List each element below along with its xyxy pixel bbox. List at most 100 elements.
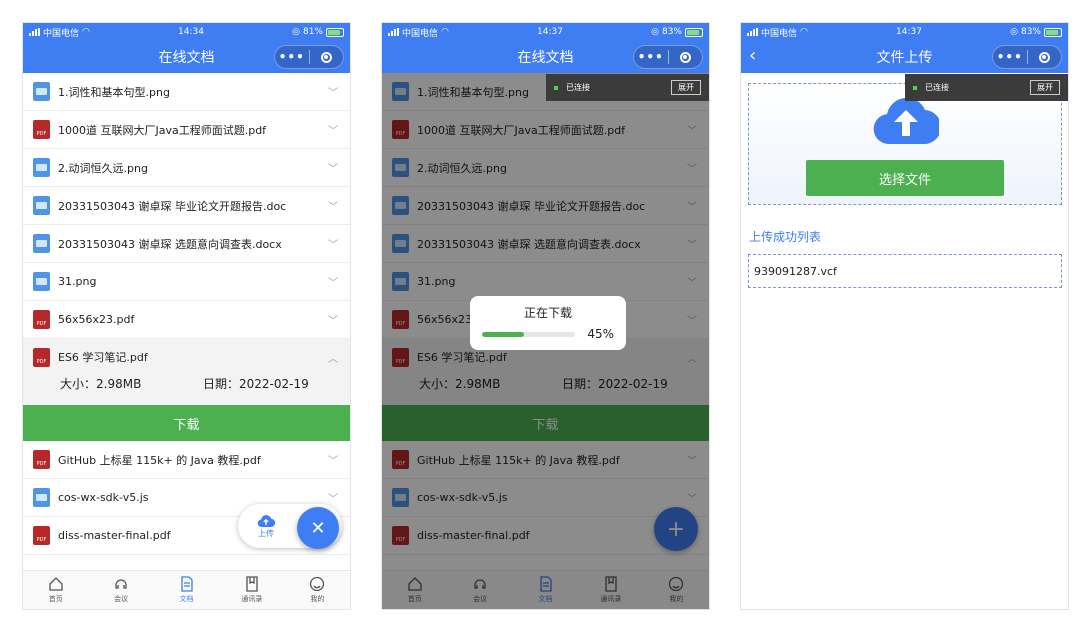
image-file-icon (33, 272, 50, 291)
chevron-down-icon[interactable]: ﹀ (326, 490, 340, 505)
signal-icon (29, 28, 40, 36)
file-row[interactable]: 1.词性和基本句型.png ﹀ (23, 73, 350, 111)
target-icon (320, 51, 332, 63)
chevron-down-icon[interactable]: ﹀ (326, 452, 340, 467)
connection-banner: 已连接 展开 (546, 74, 709, 101)
tab-item[interactable]: 通讯录 (219, 571, 284, 609)
alarm-icon: ◎ (1010, 27, 1018, 37)
chevron-down-icon[interactable]: ﹀ (326, 236, 340, 251)
connection-status: 已连接 (925, 83, 949, 92)
pdf-file-icon: PDF (33, 347, 50, 367)
wifi-icon: ◠ (82, 27, 90, 37)
nav-bar: 在线文档 ••• (382, 41, 709, 73)
file-list: 1.词性和基本句型.png ﹀ PDF 1000道 互联网大厂Java工程师面试题.p… (23, 73, 350, 555)
clock: 14:37 (537, 27, 563, 37)
chevron-down-icon[interactable]: ﹀ (326, 274, 340, 289)
screen-upload: 中国电信 ◠ 14:37 ◎ 83% ‹ 文件上传 ••• 选择文件 已连接 展开 … (740, 22, 1069, 610)
file-name: 56x56x23.pdf (58, 313, 135, 326)
battery-percent: 83% (661, 27, 682, 37)
file-name: 20331503043 谢卓琛 选题意向调查表.docx (58, 237, 282, 251)
pdf-file-icon: PDF (33, 450, 50, 469)
tab-item[interactable]: 首页 (23, 571, 88, 609)
back-arrow-icon[interactable]: ‹ (749, 45, 756, 67)
alarm-icon: ◎ (651, 27, 659, 37)
nav-bar: ‹ 文件上传 ••• (741, 41, 1068, 73)
file-row[interactable]: 2.动词恒久远.png ﹀ (23, 149, 350, 187)
close-fab-button[interactable]: ✕ (297, 507, 339, 549)
file-row[interactable]: 20331503043 谢卓琛 毕业论文开题报告.doc ﹀ (23, 187, 350, 225)
battery-percent: 83% (1020, 27, 1041, 37)
more-button[interactable]: ••• (634, 50, 668, 64)
file-name: 20331503043 谢卓琛 毕业论文开题报告.doc (58, 199, 287, 213)
tab-item[interactable]: 会议 (88, 571, 153, 609)
file-row[interactable]: 20331503043 谢卓琛 选题意向调查表.docx ﹀ (23, 225, 350, 263)
target-icon (679, 51, 691, 63)
chevron-down-icon[interactable]: ﹀ (326, 84, 340, 99)
screen-doc-list: 中国电信 ◠ 14:34 ◎ 81% 在线文档 ••• 1.词性和基本句型.png ﹀… (22, 22, 351, 610)
download-button[interactable]: 下载 (23, 405, 350, 441)
tab-label: 会议 (114, 595, 129, 603)
chevron-down-icon[interactable]: ﹀ (326, 122, 340, 137)
file-name: ES6 学习笔记.pdf (58, 351, 148, 364)
battery-percent: 81% (302, 27, 323, 37)
image-file-icon (33, 488, 50, 507)
uploaded-file-item: 939091287.vcf (748, 254, 1062, 288)
tab-label: 我的 (310, 595, 325, 603)
chevron-up-icon[interactable]: ︿ (326, 350, 340, 365)
connection-banner: 已连接 展开 (905, 74, 1068, 101)
carrier: 中国电信 (402, 28, 439, 39)
expanded-file-row[interactable]: PDF ES6 学习笔记.pdf ︿ 大小：2.98MB 日期：2022-02-19 (23, 339, 350, 405)
file-size: 大小：2.98MB (60, 377, 142, 391)
target-icon (1038, 51, 1050, 63)
cloud-upload-icon (257, 514, 275, 527)
progress-fill (482, 331, 524, 337)
connected-dot-icon (554, 85, 558, 90)
mini-program-capsule: ••• (633, 45, 703, 69)
close-program-button[interactable] (1028, 51, 1062, 63)
file-row[interactable]: PDF GitHub 上标星 115k+ 的 Java 教程.pdf ﹀ (23, 441, 350, 479)
file-row[interactable]: PDF 56x56x23.pdf ﹀ (23, 301, 350, 339)
choose-file-button[interactable]: 选择文件 (806, 160, 1004, 196)
chevron-down-icon[interactable]: ﹀ (326, 198, 340, 213)
file-row[interactable]: PDF 1000道 互联网大厂Java工程师面试题.pdf ﹀ (23, 111, 350, 149)
more-button[interactable]: ••• (275, 50, 309, 64)
image-file-icon (33, 158, 50, 177)
alarm-icon: ◎ (292, 27, 300, 37)
carrier: 中国电信 (43, 28, 80, 39)
signal-icon (747, 28, 758, 36)
battery-icon (685, 27, 703, 37)
expand-button[interactable]: 展开 (1030, 80, 1060, 95)
file-date: 日期：2022-02-19 (203, 377, 309, 391)
close-program-button[interactable] (310, 51, 344, 63)
mini-program-capsule: ••• (274, 45, 344, 69)
tab-item[interactable]: 我的 (285, 571, 350, 609)
progress-percent: 45% (587, 327, 614, 341)
status-bar: 中国电信 ◠ 14:37 ◎ 83% (741, 23, 1068, 41)
status-bar: 中国电信 ◠ 14:37 ◎ 83% (382, 23, 709, 41)
close-program-button[interactable] (669, 51, 703, 63)
upload-area[interactable]: 选择文件 (748, 83, 1062, 205)
clock: 14:34 (178, 27, 204, 37)
chevron-down-icon[interactable]: ﹀ (326, 312, 340, 327)
chevron-down-icon[interactable]: ﹀ (326, 160, 340, 175)
tab-label: 文档 (179, 595, 194, 603)
image-file-icon (33, 234, 50, 253)
document-icon (180, 576, 193, 592)
tab-bar: 首页 会议 文档 通讯录 我的 (23, 570, 350, 609)
more-button[interactable]: ••• (993, 50, 1027, 64)
connection-status: 已连接 (566, 83, 590, 92)
download-progress-toast: 正在下载 45% (470, 296, 626, 350)
cloud-upload-icon (873, 97, 939, 145)
image-file-icon (33, 196, 50, 215)
upload-success-title: 上传成功列表 (749, 230, 822, 244)
tab-label: 首页 (48, 595, 63, 603)
file-row[interactable]: 31.png ﹀ (23, 263, 350, 301)
smiley-icon (310, 576, 325, 592)
download-title: 正在下载 (523, 306, 572, 320)
expand-button[interactable]: 展开 (671, 80, 701, 95)
tab-item[interactable]: 文档 (154, 571, 219, 609)
close-icon: ✕ (310, 517, 326, 539)
pdf-file-icon: PDF (33, 526, 50, 545)
upload-button[interactable]: 上传 (238, 514, 294, 539)
nav-bar: 在线文档 ••• (23, 41, 350, 73)
